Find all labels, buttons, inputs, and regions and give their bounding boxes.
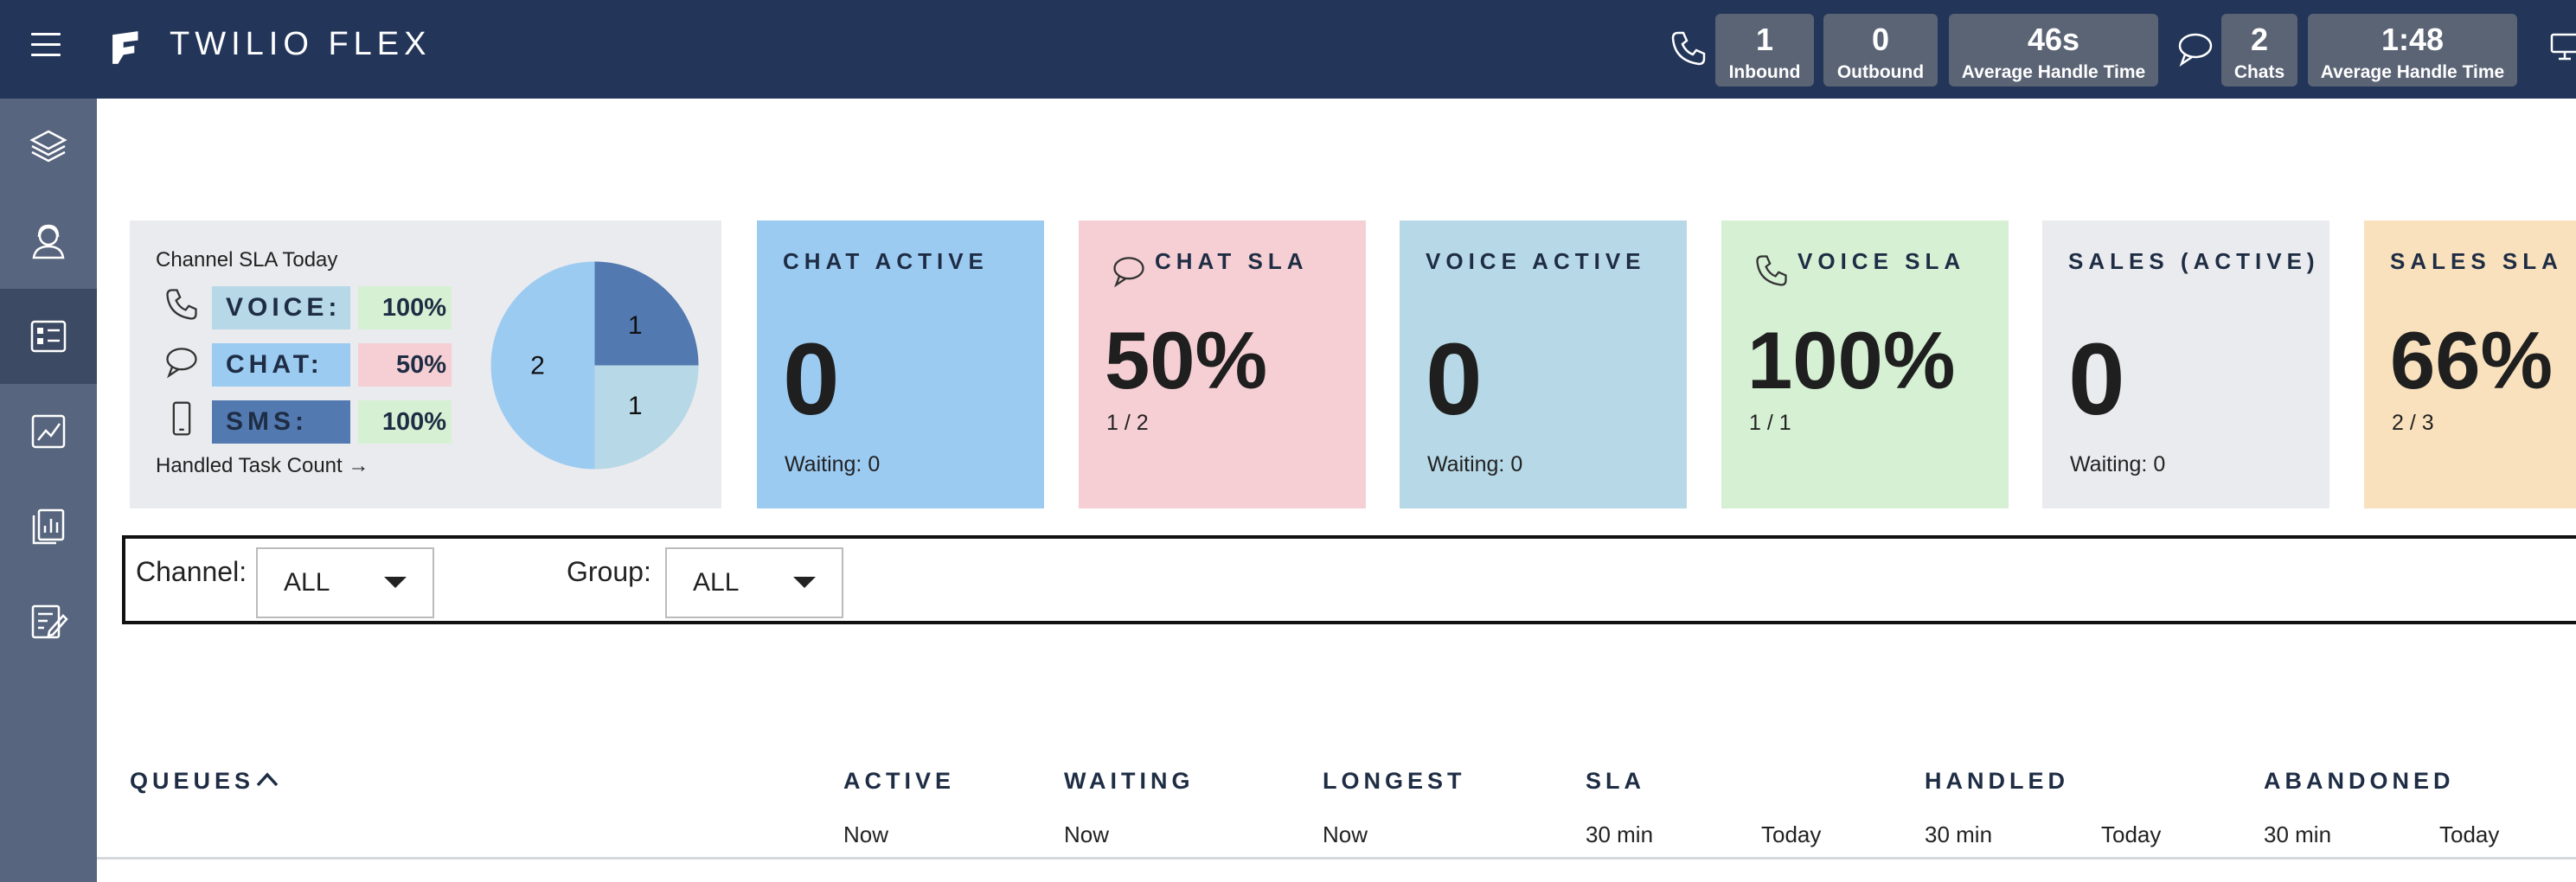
chat-icon [1113,257,1144,288]
chevron-down-icon [384,577,407,588]
stat-outbound: 0 Outbound [1823,14,1938,86]
channel-select[interactable]: ALL [256,547,434,618]
stat-voice-aht: 46s Average Handle Time [1949,14,2158,86]
analytics-icon [31,414,66,449]
tile-value: 100% [1747,315,1956,406]
channel-select-value: ALL [284,568,330,597]
tile-title: SALES SLA [2390,248,2563,274]
group-filter-label: Group: [567,556,651,587]
tile-sub: 1 / 1 [1749,411,1791,435]
col-sla-30min: 30 min [1586,821,1654,847]
reports-icon [32,508,65,545]
tile-sub: Waiting: 0 [785,452,881,476]
col-active[interactable]: ACTIVE [843,768,955,795]
phone-icon [166,289,197,320]
group-select-value: ALL [693,568,740,597]
pie-slice-label: 1 [628,311,643,340]
col-handled-today: Today [2101,821,2162,847]
pie-slice-label: 2 [530,352,545,380]
stat-inbound: 1 Inbound [1715,14,1814,86]
chat-icon [2178,33,2213,67]
sla-voice-pct: 100% [358,286,452,329]
chevron-up-icon[interactable] [254,770,280,789]
sla-chat-pct: 50% [358,343,452,387]
pie-slice [594,365,699,470]
tile-voice-active: VOICE ACTIVE 0 Waiting: 0 [1400,220,1687,508]
tile-sub: Waiting: 0 [2070,452,2166,476]
layers-icon [29,130,67,163]
tile-value: 0 [783,323,840,437]
sidebar-item-edit-form[interactable] [0,574,97,669]
col-longest[interactable]: LONGEST [1323,768,1466,795]
chat-icon [166,348,197,379]
sidebar-item-analytics[interactable] [0,384,97,479]
mobile-phone-icon [172,401,191,436]
col-abandoned-today: Today [2439,821,2500,847]
sla-sms-pct: 100% [358,400,452,444]
col-abandoned-30min: 30 min [2264,821,2332,847]
phone-icon [1756,255,1787,286]
tile-chat-sla: CHAT SLA 50% 1 / 2 [1079,220,1366,508]
queue-stats-icon [30,320,67,353]
tile-title: VOICE SLA [1797,248,1966,274]
stat-chat-aht: 1:48 Average Handle Time [2308,14,2517,86]
monitor-icon[interactable] [2548,29,2576,64]
tile-sub: 2 / 3 [2392,411,2434,435]
tile-title: SALES (ACTIVE) [2068,248,2320,274]
sla-card-title: Channel SLA Today [156,248,338,272]
sidebar-item-reports[interactable] [0,479,97,574]
phone-icon [1671,31,1706,66]
queues-header[interactable]: QUEUES [130,768,254,795]
sidebar [0,99,97,882]
handled-task-count-link[interactable]: Handled Task Count → [156,454,368,478]
edit-form-icon [31,604,68,639]
tile-sales-sla: SALES SLA 66% 2 / 3 [2364,220,2576,508]
stat-chats: 2 Chats [2221,14,2297,86]
tile-sub: Waiting: 0 [1427,452,1523,476]
tile-title: CHAT SLA [1155,248,1309,274]
tile-title: VOICE ACTIVE [1426,248,1646,274]
tile-chat-active: CHAT ACTIVE 0 Waiting: 0 [757,220,1044,508]
col-waiting-sub: Now [1064,821,1110,847]
sidebar-item-agents[interactable] [0,194,97,289]
tile-value: 50% [1105,315,1268,406]
handled-task-pie: 1 1 2 [490,261,699,470]
brand-name: TWILIO FLEX [170,26,432,62]
tile-voice-sla: VOICE SLA 100% 1 / 1 [1721,220,2009,508]
tile-sub: 1 / 2 [1106,411,1149,435]
col-handled-30min: 30 min [1925,821,1993,847]
menu-icon[interactable] [31,33,61,64]
col-longest-sub: Now [1323,821,1368,847]
filter-bar: Channel: ALL Group: ALL [122,535,2576,624]
sla-voice-label: VOICE: [212,286,350,329]
chevron-down-icon [793,577,816,588]
tile-sales-active: SALES (ACTIVE) 0 Waiting: 0 [2042,220,2329,508]
sidebar-item-queue-stats[interactable] [0,289,97,384]
col-handled[interactable]: HANDLED [1925,768,2069,795]
twilio-flex-logo [112,31,138,64]
col-sla[interactable]: SLA [1586,768,1645,795]
channel-filter-label: Channel: [136,556,247,587]
tile-value: 0 [2068,323,2125,437]
channel-sla-card: Channel SLA Today VOICE: 100% CHAT: 50% … [130,220,721,508]
col-active-sub: Now [843,821,889,847]
pie-slice [594,261,699,366]
sidebar-item-layers[interactable] [0,99,97,194]
tile-value: 66% [2390,315,2554,406]
table-divider [97,857,2576,860]
sla-chat-label: CHAT: [212,343,350,387]
col-waiting[interactable]: WAITING [1064,768,1195,795]
group-select[interactable]: ALL [665,547,843,618]
tile-value: 0 [1426,323,1483,437]
col-abandoned[interactable]: ABANDONED [2264,768,2455,795]
pie-slice-label: 1 [628,392,643,420]
top-bar: TWILIO FLEX 1 Inbound 0 Outbound 46s Averag… [0,0,2576,99]
sla-sms-label: SMS: [212,400,350,444]
agents-icon [32,224,65,259]
col-sla-today: Today [1761,821,1822,847]
tile-title: CHAT ACTIVE [783,248,989,274]
